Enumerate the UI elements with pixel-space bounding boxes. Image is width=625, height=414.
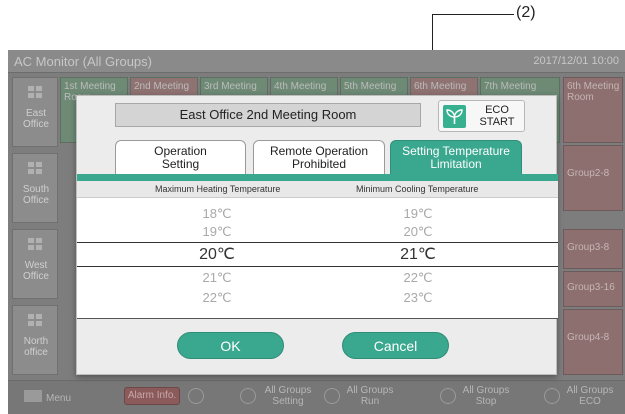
tab-operation-setting[interactable]: Operation Setting: [115, 140, 246, 174]
cooling-option[interactable]: 19℃: [378, 206, 458, 222]
zone-south[interactable]: South Office: [12, 153, 58, 223]
stop-icon: [440, 388, 456, 404]
zone-west[interactable]: West Office: [12, 229, 58, 299]
tab-setting-temperature-limitation[interactable]: Setting Temperature Limitation: [390, 140, 522, 174]
group-cell[interactable]: Group3-16: [563, 271, 623, 307]
alarm-info-button[interactable]: Alarm Info.: [124, 387, 180, 405]
selection-line-bottom: [77, 266, 558, 267]
group-cell-label: 4th Meeting: [274, 81, 327, 92]
cooling-column-header: Minimum Cooling Temperature: [356, 184, 479, 194]
heating-option[interactable]: 18℃: [177, 206, 257, 222]
tab-remote-operation-prohibited[interactable]: Remote Operation Prohibited: [253, 140, 385, 174]
app-title: AC Monitor (All Groups): [14, 54, 152, 69]
eco-start-button[interactable]: ECO START: [438, 100, 525, 132]
all-groups-stop-button[interactable]: All Groups Stop: [458, 385, 514, 407]
tab-label-line2: Prohibited: [291, 157, 347, 171]
grid-icon: [28, 238, 42, 250]
eco-label-line1: ECO: [485, 104, 509, 116]
column-headers: Maximum Heating Temperature Minimum Cool…: [77, 181, 558, 198]
zone-label: North office: [23, 336, 49, 358]
cooling-option[interactable]: 23℃: [378, 290, 458, 306]
title-bar: AC Monitor (All Groups) 2017/12/01 10:00: [8, 50, 625, 73]
tab-label-line2: Setting: [161, 157, 200, 171]
tab-strip: [77, 174, 558, 181]
tab-label-line2: Limitation: [430, 157, 482, 171]
eco-label-line2: START: [479, 116, 515, 128]
cooling-selected-value[interactable]: 21℃: [378, 244, 458, 264]
run-icon: [324, 388, 340, 404]
group-cell[interactable]: Group2-8: [563, 145, 623, 211]
group-cell-label: 6th Meeting Room: [567, 81, 620, 103]
heating-option[interactable]: 22℃: [177, 290, 257, 306]
group-cell-label: 6th Meeting: [414, 81, 467, 92]
group-cell-label: 7th Meeting: [484, 81, 537, 92]
selection-line-top: [77, 242, 558, 243]
grid-icon: [28, 86, 42, 98]
group-cell-label: Group2-8: [567, 168, 610, 179]
group-settings-dialog: East Office 2nd Meeting Room ECO START O…: [76, 95, 558, 375]
setting-icon: [240, 388, 256, 404]
temperature-picker[interactable]: 18℃ 19℃ 20℃ 21℃ 22℃ 19℃ 20℃ 21℃ 22℃ 23℃: [77, 198, 558, 319]
leaf-icon: [443, 105, 466, 128]
zone-east[interactable]: East Office: [12, 77, 58, 147]
cooling-option[interactable]: 22℃: [378, 270, 458, 286]
callout-leader-horizontal: [432, 14, 514, 15]
zone-label: East Office: [23, 108, 49, 130]
cancel-button[interactable]: Cancel: [342, 332, 449, 359]
eco-icon: [544, 388, 560, 404]
group-cell-label: Group3-16: [567, 282, 615, 293]
group-cell[interactable]: Group4-8: [563, 309, 623, 375]
group-cell-label: 3rd Meeting: [204, 81, 257, 92]
group-cell-label: 2nd Meeting: [134, 81, 190, 92]
all-groups-eco-button[interactable]: All Groups ECO: [562, 385, 618, 407]
group-cell-label: 5th Meeting: [344, 81, 397, 92]
zone-north[interactable]: North office: [12, 305, 58, 375]
heating-option[interactable]: 19℃: [177, 224, 257, 240]
group-cell[interactable]: Group3-8: [563, 229, 623, 269]
room-name-field: East Office 2nd Meeting Room: [115, 103, 421, 127]
info-icon[interactable]: [188, 388, 204, 404]
grid-icon: [28, 314, 42, 326]
cooling-option[interactable]: 20℃: [378, 224, 458, 240]
heating-option[interactable]: 21℃: [177, 270, 257, 286]
all-groups-setting-button[interactable]: All Groups Setting: [260, 385, 316, 407]
all-groups-run-button[interactable]: All Groups Run: [342, 385, 398, 407]
heating-selected-value[interactable]: 20℃: [177, 244, 257, 264]
group-cell-label: Group4-8: [567, 332, 610, 343]
group-cell[interactable]: 6th Meeting Room: [563, 77, 623, 143]
heating-column-header: Maximum Heating Temperature: [155, 184, 281, 194]
bottom-toolbar: Menu Alarm Info. All Groups Setting All …: [8, 380, 625, 414]
eco-button-label: ECO START: [473, 104, 521, 128]
menu-button[interactable]: Menu: [46, 393, 71, 404]
datetime: 2017/12/01 10:00: [533, 55, 619, 67]
zone-label: West Office: [23, 260, 49, 282]
zone-label: South Office: [22, 184, 50, 206]
menu-icon[interactable]: [24, 390, 42, 402]
group-cell-label: Group3-8: [567, 242, 610, 253]
ok-button[interactable]: OK: [177, 332, 284, 359]
callout-label: (2): [516, 4, 536, 21]
grid-icon: [28, 162, 42, 174]
